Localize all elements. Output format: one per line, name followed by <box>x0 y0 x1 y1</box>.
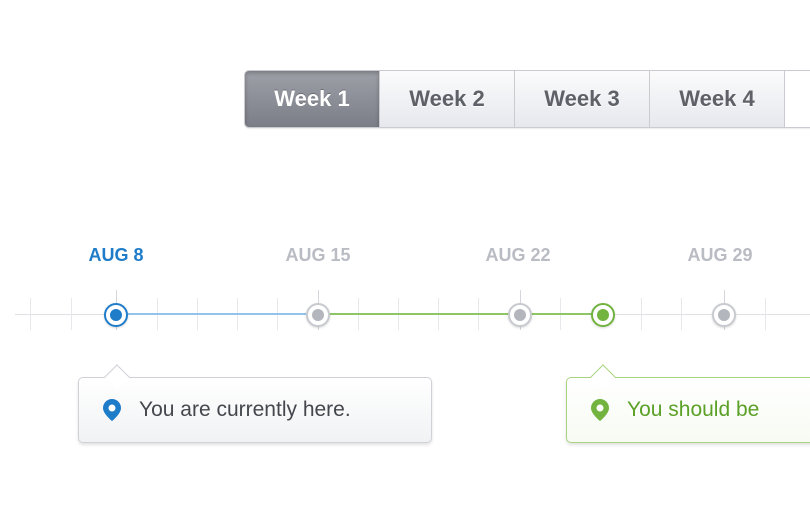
timeline-node[interactable] <box>712 303 736 327</box>
current-position-text: You are currently here. <box>139 398 351 421</box>
node-dot <box>110 309 122 321</box>
timeline-segment-target <box>330 313 592 315</box>
timeline-tick <box>681 298 682 330</box>
timeline-node[interactable] <box>508 303 532 327</box>
date-label-aug-8: AUG 8 <box>88 245 144 265</box>
target-position-callout: You should be <box>566 364 810 443</box>
timeline-segment-completed <box>128 313 306 315</box>
date-label-aug-22: AUG 22 <box>485 245 551 265</box>
node-dot <box>514 309 526 321</box>
node-dot <box>597 309 609 321</box>
callout-pointer <box>104 364 130 390</box>
tab-week-1[interactable]: Week 1 <box>245 71 380 127</box>
timeline-tick <box>30 298 31 330</box>
map-pin-icon <box>103 399 121 421</box>
week-tabs: Week 1 Week 2 Week 3 Week 4 <box>244 70 810 128</box>
timeline-node-current[interactable] <box>104 303 128 327</box>
timeline-track <box>0 290 810 340</box>
date-label-aug-15: AUG 15 <box>285 245 351 265</box>
current-position-callout: You are currently here. <box>78 364 432 443</box>
timeline-node[interactable] <box>306 303 330 327</box>
date-label-aug-29: AUG 29 <box>687 245 753 265</box>
callout-pointer <box>590 364 616 390</box>
timeline-tick <box>765 298 766 330</box>
map-pin-icon <box>591 399 609 421</box>
node-dot <box>718 309 730 321</box>
tab-week-3[interactable]: Week 3 <box>515 71 650 127</box>
timeline-widget: Week 1 Week 2 Week 3 Week 4 AUG 8 AUG 15… <box>0 0 810 508</box>
tab-week-2[interactable]: Week 2 <box>380 71 515 127</box>
target-position-text: You should be <box>627 398 760 421</box>
timeline-node-target[interactable] <box>591 303 615 327</box>
timeline-tick <box>71 298 72 330</box>
timeline-tick <box>641 298 642 330</box>
tab-week-4[interactable]: Week 4 <box>650 71 785 127</box>
node-dot <box>312 309 324 321</box>
